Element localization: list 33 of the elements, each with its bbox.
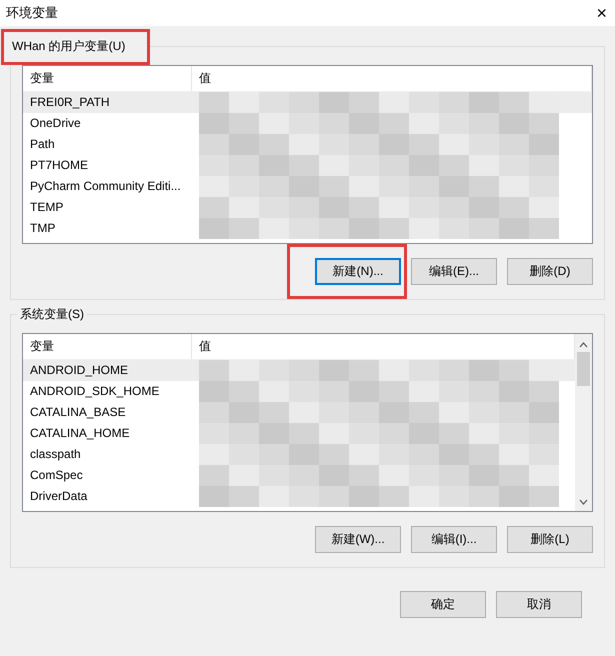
- action-button[interactable]: 删除(L): [507, 526, 593, 553]
- variable-name: ANDROID_SDK_HOME: [29, 383, 160, 400]
- variable-name: FREI0R_PATH: [29, 94, 111, 111]
- variable-name: PyCharm Community Editi...: [29, 178, 182, 195]
- variable-name: PT7HOME: [29, 157, 90, 174]
- column-header[interactable]: 变量: [23, 334, 192, 359]
- dialog-button[interactable]: 取消: [496, 591, 582, 618]
- action-button[interactable]: 新建(N)...: [315, 258, 401, 285]
- variable-name: Path: [29, 136, 56, 153]
- list-row[interactable]: FREI0R_PATH: [23, 92, 592, 113]
- list-row[interactable]: ANDROID_HOME: [23, 360, 575, 381]
- column-header[interactable]: 变量: [23, 66, 192, 91]
- action-button[interactable]: 编辑(I)...: [411, 526, 497, 553]
- variable-name: TEMP: [29, 199, 64, 216]
- close-button[interactable]: ×: [596, 2, 607, 24]
- group-title: 系统变量(S): [17, 306, 87, 323]
- action-button[interactable]: 新建(W)...: [315, 526, 401, 553]
- action-button[interactable]: 编辑(E)...: [411, 258, 497, 285]
- window-title: 环境变量: [6, 4, 58, 22]
- variable-name: CATALINA_BASE: [29, 404, 127, 421]
- variable-name: DriverData: [29, 488, 88, 505]
- scrollbar[interactable]: [575, 334, 592, 511]
- variable-name: classpath: [29, 446, 82, 463]
- variable-name: ComSpec: [29, 467, 84, 484]
- action-button[interactable]: 删除(D): [507, 258, 593, 285]
- column-header[interactable]: 值: [192, 66, 592, 91]
- scrollbar-thumb[interactable]: [577, 352, 590, 386]
- variable-name: TMP: [29, 220, 56, 237]
- variable-name: OneDrive: [29, 115, 82, 132]
- dialog-button[interactable]: 确定: [400, 591, 486, 618]
- variable-name: ANDROID_HOME: [29, 362, 130, 379]
- variable-name: CATALINA_HOME: [29, 425, 131, 442]
- group-title: WHan 的用户变量(U): [1, 29, 150, 65]
